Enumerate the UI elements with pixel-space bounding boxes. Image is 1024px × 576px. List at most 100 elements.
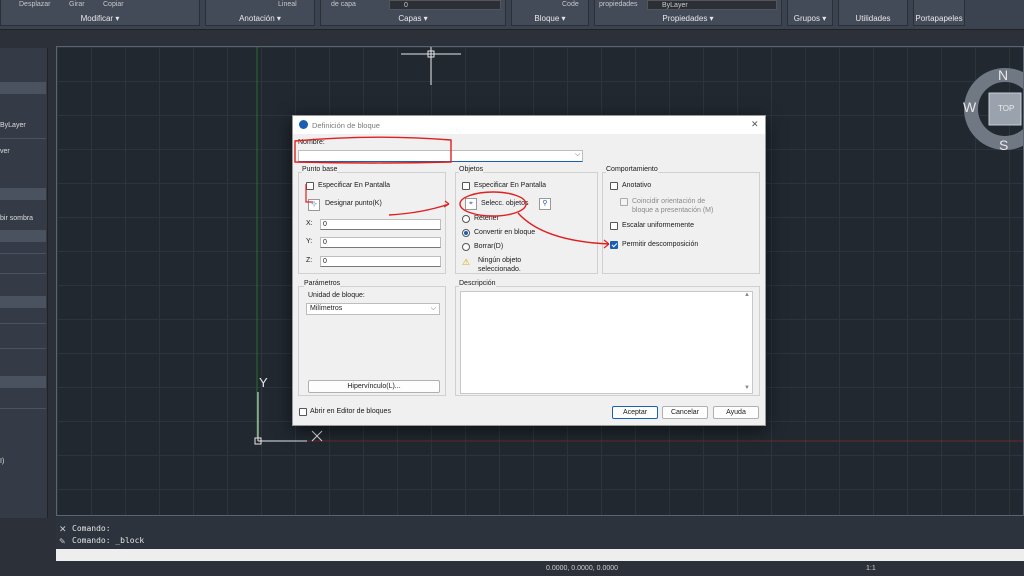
match-orientation-label: bloque a presentación (M) — [632, 207, 714, 214]
x-input[interactable]: 0 — [320, 219, 441, 230]
ribbon-panel-annotation: Lineal Anotación ▾ — [205, 0, 315, 26]
convert-label: Convertir en bloque — [474, 229, 536, 236]
close-icon[interactable]: ✕ — [59, 524, 67, 535]
palette-divider — [0, 323, 46, 324]
palette-divider — [0, 408, 46, 409]
coordinates-readout: 0.0000, 0.0000, 0.0000 — [546, 565, 619, 572]
delete-label: Borrar(D) — [474, 243, 504, 250]
name-input[interactable] — [298, 150, 583, 162]
help-button[interactable]: Ayuda — [713, 406, 759, 419]
ribbon-panel-utilities: Utilidades — [838, 0, 908, 26]
ribbon-panel-title[interactable]: Modificar ▾ — [1, 14, 199, 23]
ribbon-panel-title[interactable]: Portapapeles — [914, 14, 964, 23]
palette-section-header[interactable] — [0, 376, 46, 388]
palette-divider — [0, 348, 46, 349]
select-objects-label[interactable]: Selecc. objetos — [481, 200, 528, 207]
scroll-up-icon[interactable]: ▲ — [744, 292, 750, 298]
block-unit-label: Unidad de bloque: — [308, 292, 365, 299]
delete-radio[interactable] — [462, 243, 470, 251]
viewcube-west[interactable]: W — [963, 99, 976, 115]
base-point-title: Punto base — [302, 166, 338, 173]
palette-section-header[interactable] — [0, 188, 46, 200]
palette-divider — [0, 253, 46, 254]
block-unit-select[interactable]: Milímetros ⌵ — [306, 303, 440, 315]
base-specify-checkbox[interactable] — [306, 182, 314, 190]
objects-specify-label: Especificar En Pantalla — [474, 182, 546, 189]
open-editor-label: Abrir en Editor de bloques — [310, 408, 391, 415]
ribbon-panel-title[interactable]: Grupos ▾ — [788, 14, 832, 23]
dialog-titlebar: Definición de bloque ✕ — [293, 116, 765, 134]
ribbon-panel-groups: Grupos ▾ — [787, 0, 833, 26]
retain-label: Retener — [474, 215, 499, 222]
quick-select-icon[interactable]: ⚲ — [539, 198, 551, 210]
palette-value[interactable]: bir sombra — [0, 215, 33, 222]
ribbon-panel-title[interactable]: Anotación ▾ — [206, 14, 314, 23]
palette-value[interactable]: ver — [0, 148, 10, 155]
hyperlink-button[interactable]: Hipervínculo(L)... — [308, 380, 440, 393]
command-history: ✕ ✎ Comando: Comando: _block — [56, 517, 1024, 549]
open-editor-checkbox[interactable] — [299, 408, 307, 416]
layer-properties-button[interactable]: de capa — [331, 1, 356, 8]
description-textarea[interactable] — [460, 291, 753, 394]
pencil-icon[interactable]: ✎ — [59, 537, 66, 546]
scale-uniform-checkbox[interactable] — [610, 222, 618, 230]
z-input[interactable]: 0 — [320, 256, 441, 267]
palette-value[interactable]: ByLayer — [0, 122, 26, 129]
palette-section-header[interactable] — [0, 230, 46, 242]
move-button[interactable]: Desplazar — [19, 1, 51, 8]
viewcube-top-label[interactable]: TOP — [998, 104, 1014, 113]
pick-point-icon[interactable]: ⊹ — [308, 199, 320, 211]
palette-value[interactable]: I) — [0, 458, 4, 465]
ribbon-panel-block: Code Bloque ▾ — [511, 0, 589, 26]
retain-radio[interactable] — [462, 215, 470, 223]
linetype-dropdown[interactable]: ByLayer — [647, 0, 777, 10]
ribbon-panel-title[interactable]: Bloque ▾ — [512, 14, 588, 23]
ribbon-panel-modify: Desplazar Girar Copiar Modificar ▾ — [0, 0, 200, 26]
annotative-checkbox[interactable] — [610, 182, 618, 190]
copy-button[interactable]: Copiar — [103, 1, 124, 8]
objects-specify-checkbox[interactable] — [462, 182, 470, 190]
viewcube-south[interactable]: S — [999, 137, 1008, 153]
scroll-down-icon[interactable]: ▼ — [744, 385, 750, 391]
warning-text: Ningún objeto — [478, 257, 522, 264]
convert-radio[interactable] — [462, 229, 470, 237]
annotation-scale[interactable]: 1:1 — [866, 565, 876, 572]
y-label: Y: — [306, 238, 313, 245]
scale-uniform-label: Escalar uniformemente — [622, 222, 694, 229]
code-button[interactable]: Code — [562, 1, 579, 8]
palette-section-header[interactable] — [0, 82, 46, 94]
parameters-title: Parámetros — [304, 280, 341, 287]
palette-divider — [0, 273, 46, 274]
command-line: Comando: — [72, 524, 111, 533]
viewcube-north[interactable]: N — [998, 67, 1008, 83]
cancel-button[interactable]: Cancelar — [662, 406, 708, 419]
block-definition-dialog: Definición de bloque ✕ Nombre: ⌵ Punto b… — [292, 115, 766, 426]
rotate-button[interactable]: Girar — [69, 1, 85, 8]
linear-dimension-button[interactable]: Lineal — [278, 1, 297, 8]
ribbon-panel-clipboard: Portapapeles — [913, 0, 965, 26]
pick-point-label[interactable]: Designar punto(K) — [325, 200, 382, 207]
select-objects-icon[interactable]: ⌖ — [465, 198, 477, 210]
command-input[interactable] — [56, 549, 1024, 561]
palette-divider — [0, 138, 46, 139]
close-icon[interactable]: ✕ — [751, 119, 759, 130]
chevron-down-icon[interactable]: ⌵ — [575, 151, 580, 159]
match-properties-button[interactable]: propiedades — [599, 1, 638, 8]
warning-text: seleccionado. — [478, 266, 521, 273]
ribbon-panel-title[interactable]: Capas ▾ — [321, 14, 505, 23]
behavior-title: Comportamiento — [606, 166, 658, 173]
allow-explode-checkbox[interactable] — [610, 241, 618, 249]
x-label: X: — [306, 220, 313, 227]
match-orientation-checkbox[interactable] — [620, 198, 628, 206]
warning-icon: ⚠ — [462, 257, 471, 267]
ok-button[interactable]: Aceptar — [612, 406, 658, 419]
ribbon-panel-title[interactable]: Propiedades ▾ — [595, 14, 781, 23]
ribbon-panel-title[interactable]: Utilidades — [839, 14, 907, 23]
layer-dropdown[interactable]: 0 — [389, 0, 501, 10]
palette-section-header[interactable] — [0, 296, 46, 308]
allow-explode-label: Permitir descomposición — [622, 241, 699, 248]
ribbon-panel-properties: propiedades ByLayer Propiedades ▾ — [594, 0, 782, 26]
ucs-y-label: Y — [259, 375, 268, 390]
ribbon: Desplazar Girar Copiar Modificar ▾ Linea… — [0, 0, 1024, 30]
y-input[interactable]: 0 — [320, 237, 441, 248]
